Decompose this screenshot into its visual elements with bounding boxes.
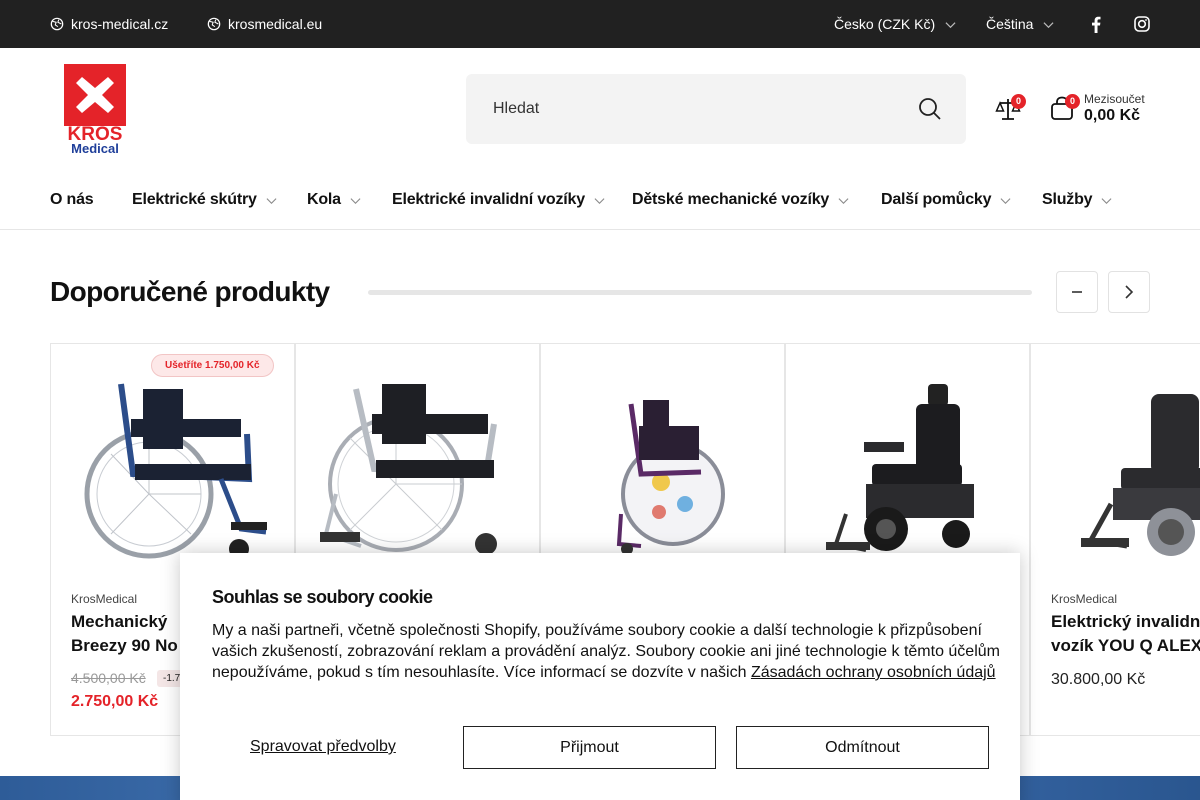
chevron-down-icon (594, 197, 605, 204)
nav-item-electric-scooters[interactable]: Elektrické skútry (132, 172, 277, 228)
site-label-eu: krosmedical.eu (228, 16, 323, 32)
store-logo[interactable]: KROS Medical (64, 64, 126, 156)
globe-icon (207, 17, 221, 31)
nav-item-electric-wheelchairs[interactable]: Elektrické invalidní vozíky (392, 172, 605, 228)
site-link-cz[interactable]: kros-medical.cz (50, 0, 168, 48)
nav-item-label: Elektrické skútry (132, 191, 257, 208)
subtotal-value: 0,00 Kč (1084, 107, 1141, 124)
cookie-title: Souhlas se soubory cookie (212, 587, 433, 607)
carousel-next-button[interactable] (1108, 271, 1150, 313)
nav-item-label: O nás (50, 191, 94, 208)
product-price: 2.750,00 Kč (71, 693, 159, 710)
privacy-policy-link[interactable]: Zásadách ochrany osobních údajů (751, 664, 996, 681)
carousel-prev-button[interactable] (1056, 271, 1098, 313)
search-icon[interactable] (918, 97, 942, 121)
facebook-icon[interactable] (1086, 14, 1106, 34)
product-name-line: vozík YOU Q ALEX (1051, 636, 1200, 655)
section-title: Doporučené produkty (50, 276, 330, 307)
chevron-down-icon (945, 21, 956, 28)
top-bar: kros-medical.cz krosmedical.eu Česko (CZ… (0, 0, 1200, 48)
product-image (616, 400, 725, 555)
product-name[interactable]: Elektrický invalidn vozík YOU Q ALEX (1051, 610, 1200, 658)
language-label: Čeština (986, 16, 1034, 32)
manage-preferences-link[interactable]: Spravovat předvolby (250, 738, 396, 756)
cookie-message: My a naši partneři, včetně společnosti S… (212, 620, 1002, 683)
nav-item-label: Služby (1042, 191, 1093, 208)
cart-button[interactable]: 0 (1050, 94, 1080, 122)
main-nav: O nás Elektrické skútry Kola Elektrické … (0, 172, 1200, 230)
logo-text-medical: Medical (71, 141, 119, 156)
product-vendor: KrosMedical (71, 592, 138, 606)
product-name-line: Elektrický invalidn (1051, 612, 1200, 631)
chevron-down-icon (838, 197, 849, 204)
cookie-consent-dialog: Souhlas se soubory cookie My a naši part… (180, 553, 1020, 800)
currency-selector[interactable]: Česko (CZK Kč) (834, 0, 956, 48)
product-price: 30.800,00 Kč (1051, 671, 1146, 688)
product-card[interactable]: KrosMedical Elektrický invalidn vozík YO… (1030, 343, 1200, 736)
chevron-right-icon (1125, 285, 1134, 299)
minus-icon (1072, 291, 1082, 293)
logo-mark (64, 64, 126, 126)
nav-item-label: Dětské mechanické vozíky (632, 191, 830, 208)
nav-item-label: Elektrické invalidní vozíky (392, 191, 585, 208)
chevron-down-icon (1043, 21, 1054, 28)
accept-button[interactable]: Přijmout (463, 726, 716, 769)
nav-item-about[interactable]: O nás (50, 172, 94, 228)
compare-button[interactable]: 0 (995, 94, 1026, 122)
savings-badge: Ušetříte 1.750,00 Kč (151, 354, 274, 377)
instagram-icon[interactable] (1132, 14, 1152, 34)
chevron-down-icon (266, 197, 277, 204)
nav-item-kids-wheelchairs[interactable]: Dětské mechanické vozíky (632, 172, 849, 228)
nav-item-services[interactable]: Služby (1042, 172, 1112, 228)
compare-count-badge: 0 (1011, 94, 1026, 109)
nav-item-label: Kola (307, 191, 341, 208)
site-label-cz: kros-medical.cz (71, 16, 169, 32)
language-selector[interactable]: Čeština (986, 0, 1054, 48)
subtotal-label: Mezisoučet (1084, 92, 1145, 106)
chevron-down-icon (1000, 197, 1011, 204)
site-link-eu[interactable]: krosmedical.eu (207, 0, 322, 48)
product-vendor: KrosMedical (1051, 592, 1118, 606)
nav-item-bikes[interactable]: Kola (307, 172, 361, 228)
search-box (466, 74, 966, 144)
search-input[interactable] (466, 74, 906, 144)
product-image (1081, 394, 1200, 556)
cart-count-badge: 0 (1065, 94, 1080, 109)
section-divider (368, 290, 1032, 295)
chevron-down-icon (350, 197, 361, 204)
product-image (84, 383, 267, 559)
globe-icon (50, 17, 64, 31)
product-old-price: 4.500,00 Kč (71, 670, 146, 686)
nav-item-other-aids[interactable]: Další pomůcky (881, 172, 1011, 228)
decline-button[interactable]: Odmítnout (736, 726, 989, 769)
nav-item-label: Další pomůcky (881, 191, 992, 208)
product-image (826, 384, 974, 552)
product-image (320, 384, 497, 555)
chevron-down-icon (1101, 197, 1112, 204)
currency-label: Česko (CZK Kč) (834, 16, 936, 32)
